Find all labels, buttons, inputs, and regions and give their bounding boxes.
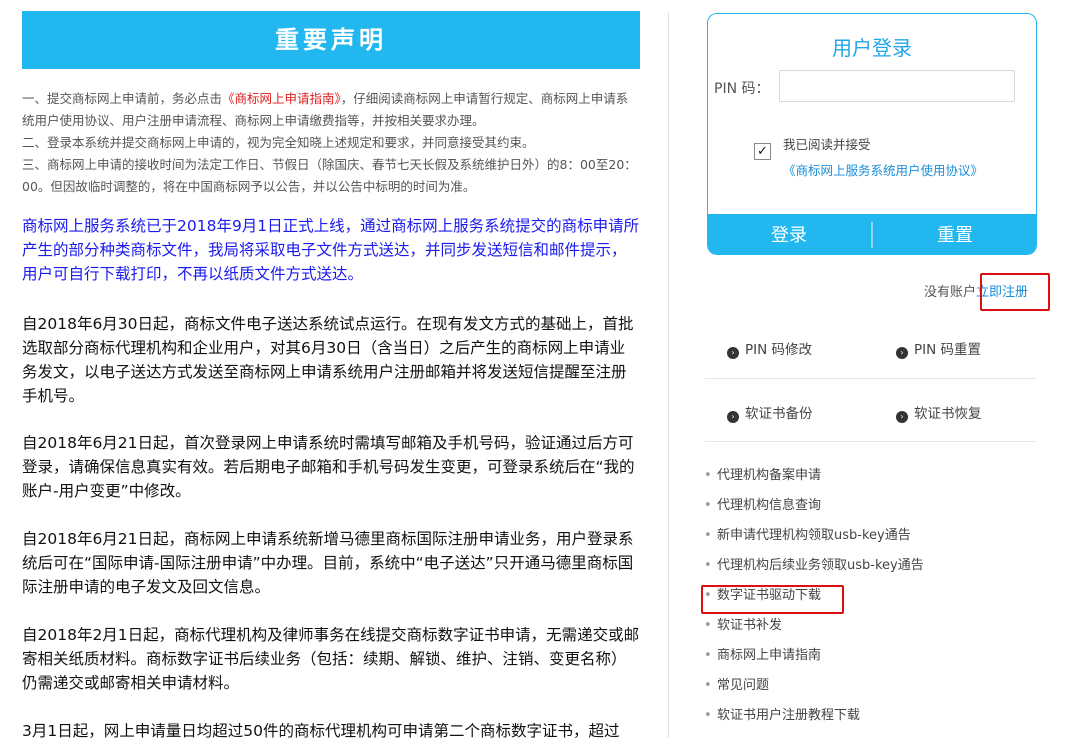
bullet-icon: • — [704, 468, 712, 483]
cert-backup-link[interactable]: › 软证书备份 — [727, 402, 813, 423]
login-panel: 用户登录 PIN 码： ✓ 我已阅读并接受 《商标网上服务系统用户使用协议》 登… — [707, 13, 1037, 255]
bullet-icon: • — [704, 708, 712, 723]
announcement-paragraph: 商标网上服务系统已于2018年9月1日正式上线，通过商标网上服务系统提交的商标申… — [22, 217, 640, 283]
link-label: 代理机构后续业务领取usb-key通告 — [717, 558, 924, 573]
list-item[interactable]: • 商标网上申请指南 — [704, 642, 1044, 672]
pin-modify-link[interactable]: › PIN 码修改 — [727, 338, 812, 359]
tool-label: PIN 码重置 — [914, 342, 982, 358]
pin-input[interactable] — [779, 70, 1015, 102]
divider — [705, 378, 1036, 379]
bullet-icon: • — [704, 528, 712, 543]
chevron-right-circle-icon: › — [896, 411, 908, 423]
page-title: 重要声明 — [22, 11, 640, 69]
agree-label: 我已阅读并接受 — [783, 137, 871, 152]
notice-list: 一、提交商标网上申请前，务必点击《商标网上申请指南》，仔细阅读商标网上申请暂行规… — [22, 88, 640, 198]
user-agreement-link[interactable]: 《商标网上服务系统用户使用协议》 — [783, 160, 983, 179]
notice-text: 一、提交商标网上申请前，务必点击 — [22, 91, 223, 106]
agree-checkbox[interactable]: ✓ — [754, 143, 771, 160]
pin-label: PIN 码： — [714, 81, 770, 97]
bullet-icon: • — [704, 558, 712, 573]
list-item[interactable]: • 代理机构信息查询 — [704, 492, 1044, 522]
tool-label: PIN 码修改 — [745, 342, 813, 358]
divider — [705, 441, 1036, 442]
reset-button[interactable]: 重置 — [874, 214, 1036, 254]
link-label: 软证书用户注册教程下载 — [717, 708, 861, 723]
link-label: 新申请代理机构领取usb-key通告 — [717, 528, 911, 543]
register-highlight-box — [980, 273, 1050, 311]
list-item[interactable]: • 软证书补发 — [704, 612, 1044, 642]
tool-label: 软证书恢复 — [914, 406, 982, 422]
bullet-icon: • — [704, 498, 712, 513]
link-label: 代理机构信息查询 — [717, 498, 822, 513]
link-label: 常见问题 — [717, 678, 770, 693]
announcement-paragraph: 自2018年6月21日起，首次登录网上申请系统时需填写邮箱及手机号码，验证通过后… — [22, 434, 635, 500]
bullet-icon: • — [704, 618, 712, 633]
button-divider — [871, 222, 873, 248]
notice-item: 三、商标网上申请的接收时间为法定工作日、节假日（除国庆、春节七天长假及系统维护日… — [22, 157, 637, 194]
notice-item: 一、提交商标网上申请前，务必点击《商标网上申请指南》，仔细阅读商标网上申请暂行规… — [22, 88, 640, 132]
chevron-right-circle-icon: › — [896, 347, 908, 359]
list-item[interactable]: • 软证书用户注册教程下载 — [704, 702, 1044, 732]
login-button[interactable]: 登录 — [708, 214, 870, 254]
announcement-paragraph: 自2018年6月30日起，商标文件电子送达系统试点运行。在现有发文方式的基础上，… — [22, 315, 634, 405]
tool-label: 软证书备份 — [745, 406, 813, 422]
bullet-icon: • — [704, 648, 712, 663]
link-label: 代理机构备案申请 — [717, 468, 822, 483]
pin-reset-link[interactable]: › PIN 码重置 — [896, 338, 981, 359]
announcement-paragraph: 3月1日起，网上申请量日均超过50件的商标代理机构可申请第二个商标数字证书，超过 — [22, 722, 620, 740]
login-title: 用户登录 — [832, 36, 912, 60]
register-prompt: 没有账户 — [924, 285, 977, 300]
list-item[interactable]: • 常见问题 — [704, 672, 1044, 702]
notice-panel: 重要声明 一、提交商标网上申请前，务必点击《商标网上申请指南》，仔细阅读商标网上… — [0, 0, 668, 740]
link-label: 软证书补发 — [717, 618, 783, 633]
bullet-icon: • — [704, 678, 712, 693]
list-item[interactable]: • 新申请代理机构领取usb-key通告 — [704, 522, 1044, 552]
application-guide-link[interactable]: 《商标网上申请指南》 — [222, 91, 341, 106]
list-item[interactable]: • 代理机构后续业务领取usb-key通告 — [704, 552, 1044, 582]
login-button-bar: 登录 重置 — [708, 214, 1036, 254]
cert-restore-link[interactable]: › 软证书恢复 — [896, 402, 982, 423]
driver-download-highlight-box — [701, 585, 844, 614]
chevron-right-circle-icon: › — [727, 411, 739, 423]
column-divider — [668, 12, 669, 738]
announcement-paragraph: 自2018年6月21日起，商标网上申请系统新增马德里商标国际注册申请业务，用户登… — [22, 530, 634, 596]
chevron-right-circle-icon: › — [727, 347, 739, 359]
list-item[interactable]: • 代理机构备案申请 — [704, 462, 1044, 492]
link-label: 商标网上申请指南 — [717, 648, 822, 663]
announcement-paragraph: 自2018年2月1日起，商标代理机构及律师事务在线提交商标数字证书申请，无需递交… — [22, 626, 640, 692]
notice-item: 二、登录本系统并提交商标网上申请的，视为完全知晓上述规定和要求，并同意接受其约束… — [22, 135, 535, 150]
